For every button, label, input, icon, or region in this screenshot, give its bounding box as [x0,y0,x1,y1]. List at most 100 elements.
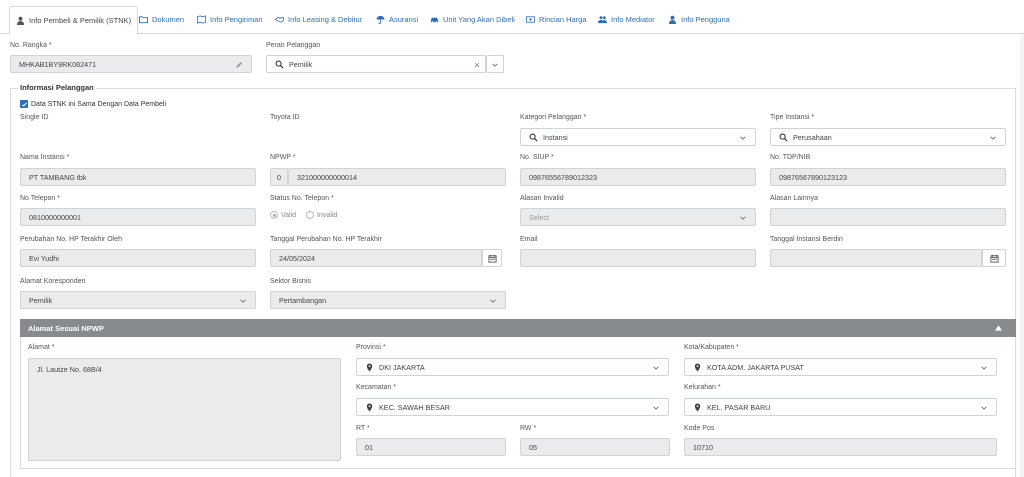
no-siup-field[interactable]: 09876556789012323 [520,168,756,186]
tab-dokumen[interactable]: Dokumen [133,7,190,31]
kode-pos-field[interactable]: 10710 [684,438,997,456]
no-tdp-nib-label: No. TDP/NIB [770,154,811,161]
map-pin-icon [365,403,374,412]
calendar-icon [990,254,999,263]
email-field[interactable] [520,249,756,267]
kota-label: Kota/Kabupaten * [684,344,739,351]
tanggal-berdiri-calendar-button[interactable] [982,249,1006,267]
nama-instansi-value: PT TAMBANG tbk [29,172,87,182]
chevron-down-icon [652,364,660,372]
chevron-down-icon [739,214,747,222]
tab-info-leasing-debitur[interactable]: Info Leasing & Debitur [269,7,368,31]
tab-asuransi[interactable]: Asuransi [370,7,424,31]
map-pin-icon [693,363,702,372]
rw-field[interactable]: 05 [520,438,670,456]
kelurahan-value: KEL. PASAR BARU [707,402,771,412]
informasi-pelanggan-legend: Informasi Pelanggan [18,83,96,92]
rt-field[interactable]: 01 [356,438,506,456]
calendar-icon [488,254,497,263]
chevron-down-icon [489,297,497,305]
tanggal-berdiri-field[interactable] [770,249,982,267]
no-rangka-field[interactable]: MHKAB1BY9RK082471 [10,55,252,73]
tab-rincian-harga[interactable]: Rincian Harga [520,7,593,31]
radio-unselected[interactable] [306,211,314,219]
kategori-pelanggan-label: Kategori Pelanggan * [520,114,587,121]
chevron-down-icon [739,134,747,142]
umbrella-icon [376,15,385,24]
tab-label: Info Leasing & Debitur [288,14,363,24]
nama-instansi-field[interactable]: PT TAMBANG tbk [20,168,256,186]
chevron-down-icon [980,404,988,412]
nama-instansi-label: Nama Instansi * [20,154,70,161]
kecamatan-select[interactable]: KEC. SAWAH BESAR [356,398,669,416]
alamat-label: Alamat * [28,344,55,351]
sektor-bisnis-select[interactable]: Pertambangan [270,291,506,309]
checkbox-checked[interactable] [20,100,28,108]
tab-info-pembeli-pemilik[interactable]: Info Pembeli & Pemilik (STNK) [9,6,139,35]
chevron-down-icon [652,404,660,412]
collapse-icon[interactable] [995,325,1002,331]
npwp-field[interactable]: 321000000000014 [288,168,506,186]
chevron-down-icon [980,364,988,372]
alamat-value: Jl. Lautze No. 68B/4 [37,365,102,374]
sektor-bisnis-label: Sektor Bisnis [270,278,311,285]
map-icon [197,15,206,24]
alasan-invalid-select[interactable]: Select [520,208,756,226]
no-tdp-nib-value: 09876567890123123 [779,172,847,182]
alamat-npwp-panel-header[interactable]: Alamat Sesuai NPWP [20,319,1016,337]
status-valid-radio[interactable]: Valid [270,211,296,219]
scrollbar[interactable] [1020,34,1024,477]
kota-select[interactable]: KOTA ADM. JAKARTA PUSAT [684,358,997,376]
status-invalid-radio[interactable]: Invalid [306,211,337,219]
rw-value: 05 [529,442,537,452]
tanggal-perubahan-label: Tanggal Perubahan No. HP Terakhir [270,236,382,243]
peran-pelanggan-value: Pemilik [289,59,313,69]
status-telepon-label: Status No. Telepon * [270,195,334,202]
rt-label: RT * [356,425,370,432]
alasan-lainnya-field[interactable] [770,208,1006,226]
tab-label: Info Pembeli & Pemilik (STNK) [29,16,132,25]
tipe-instansi-select[interactable]: Perusahaan [770,128,1006,146]
tab-info-pengguna[interactable]: Info Pengguna [662,7,736,31]
npwp-value: 321000000000014 [297,172,357,182]
alamat-textarea[interactable]: Jl. Lautze No. 68B/4 [28,358,341,461]
alasan-invalid-placeholder: Select [529,212,549,222]
clear-icon[interactable] [473,61,481,69]
search-icon [275,60,284,69]
kode-pos-value: 10710 [693,442,713,452]
folder-icon [139,15,148,24]
kelurahan-label: Kelurahan * [684,384,721,391]
npwp-prefix-field[interactable]: 0 [270,168,288,186]
tab-label: Rincian Harga [539,14,587,24]
no-tdp-nib-field[interactable]: 09876567890123123 [770,168,1006,186]
tanggal-perubahan-field[interactable]: 24/05/2024 [270,249,482,267]
kota-value: KOTA ADM. JAKARTA PUSAT [707,362,804,372]
peran-pelanggan-dropdown[interactable] [486,55,504,73]
peran-pelanggan-label: Peran Pelanggan [266,42,321,49]
no-telepon-label: No Telepon * [20,195,60,202]
no-telepon-field[interactable]: 0810000000001 [20,208,256,226]
tab-unit-yang-akan-dibeli[interactable]: Unit Yang Akan Dibeli [424,7,521,31]
kecamatan-value: KEC. SAWAH BESAR [379,402,450,412]
kategori-pelanggan-select[interactable]: Instansi [520,128,756,146]
alasan-lainnya-label: Alasan Lainnya [770,195,818,202]
chevron-down-icon [989,134,997,142]
kelurahan-select[interactable]: KEL. PASAR BARU [684,398,997,416]
tanggal-perubahan-value: 24/05/2024 [279,253,315,263]
tab-info-pengiriman[interactable]: Info Pengiriman [191,7,269,31]
alamat-koresponden-select[interactable]: Pemilik [20,291,256,309]
tab-label: Info Mediator [611,14,655,24]
provinsi-value: DKI JAKARTA [379,362,425,372]
tab-info-mediator[interactable]: Info Mediator [592,7,661,31]
peran-pelanggan-select[interactable]: Pemilik [266,55,486,73]
single-id-label: Single ID [20,114,49,121]
alamat-npwp-title: Alamat Sesuai NPWP [28,323,104,333]
same-as-buyer-checkbox[interactable]: Data STNK ini Sama Dengan Data Pembeli [20,100,166,108]
tanggal-perubahan-calendar-button[interactable] [482,249,502,267]
provinsi-select[interactable]: DKI JAKARTA [356,358,669,376]
radio-selected[interactable] [270,211,278,219]
users-icon [598,15,607,24]
perubahan-oleh-field[interactable]: Evi Yudhi [20,249,256,267]
sektor-bisnis-value: Pertambangan [279,295,327,305]
perubahan-oleh-label: Perubahan No. HP Terakhir Oleh [20,236,123,243]
